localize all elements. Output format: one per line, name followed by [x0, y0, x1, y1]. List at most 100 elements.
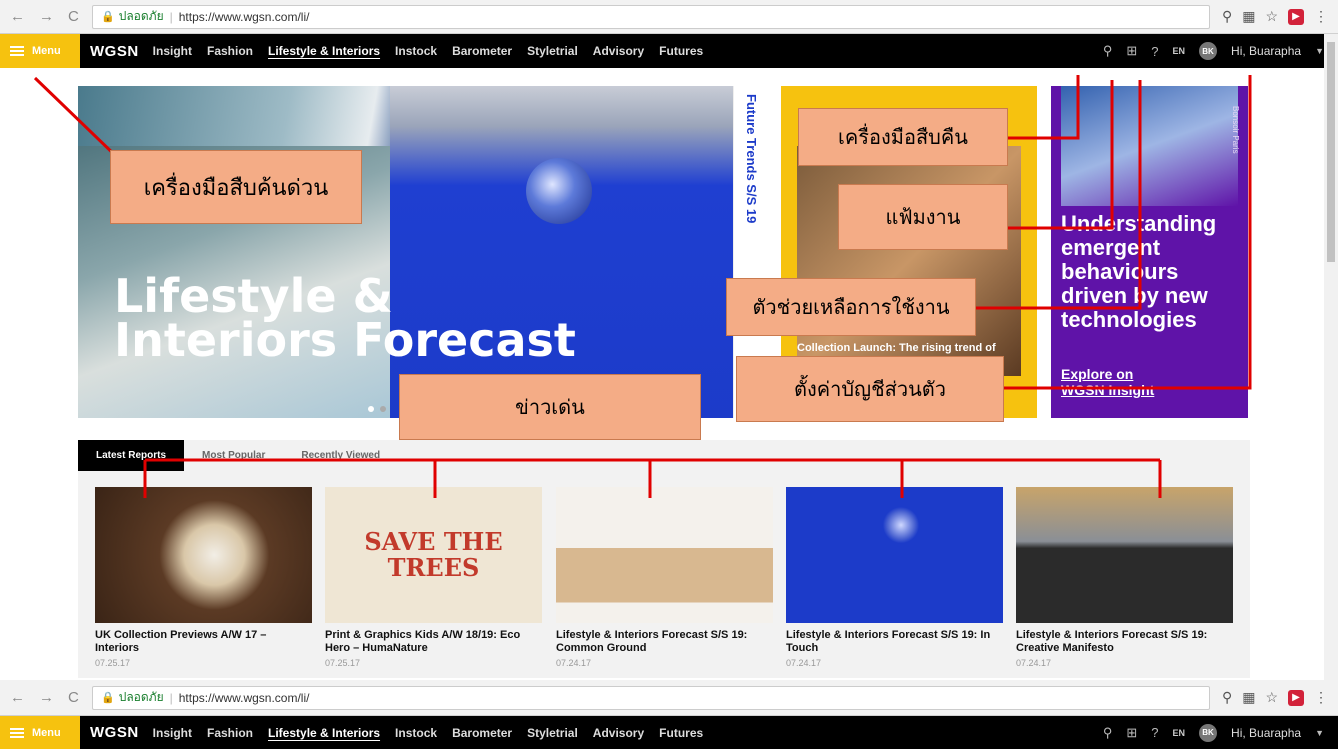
url-text[interactable]: https://www.wgsn.com/li/ — [179, 10, 310, 24]
translate-icon[interactable]: ▦ — [1242, 689, 1255, 706]
avatar[interactable]: BK — [1199, 723, 1218, 742]
scrollbar-thumb[interactable] — [1327, 42, 1335, 262]
nav-link-instock[interactable]: Instock — [395, 44, 437, 58]
account-greeting[interactable]: Hi, Buarapha — [1231, 726, 1301, 740]
report-image: SAVE THE TREES — [325, 487, 542, 623]
nav-link-advisory[interactable]: Advisory — [593, 44, 644, 58]
back-icon[interactable]: ← — [10, 8, 25, 25]
report-card[interactable]: Lifestyle & Interiors Forecast S/S 19: C… — [556, 487, 773, 668]
nav-link-lifestyle-interiors[interactable]: Lifestyle & Interiors — [268, 44, 380, 58]
callout-news: ข่าวเด่น — [399, 374, 701, 440]
search-icon[interactable]: ⚲ — [1103, 43, 1113, 59]
folder-icon[interactable]: ⊞ — [1126, 725, 1137, 741]
wgsn-logo[interactable]: WGSN — [90, 724, 139, 741]
browser-toolbar-secondary: ← → C 🔒 ปลอดภัย | https://www.wgsn.com/l… — [0, 680, 1338, 716]
hamburger-icon — [10, 727, 24, 738]
translate-icon[interactable]: ▦ — [1242, 8, 1255, 25]
report-title[interactable]: Print & Graphics Kids A/W 18/19: Eco Her… — [325, 629, 542, 655]
hero-title-line-1: Lifestyle & — [114, 269, 393, 323]
forward-icon[interactable]: → — [39, 689, 54, 706]
nav-link-styletrial[interactable]: Styletrial — [527, 44, 578, 58]
language-selector[interactable]: EN — [1173, 728, 1186, 738]
tab-recently-viewed[interactable]: Recently Viewed — [283, 440, 398, 471]
nav-link-styletrial[interactable]: Styletrial — [527, 726, 578, 740]
callout-help: ตัวช่วยเหลือการใช้งาน — [726, 278, 976, 336]
callout-search-tool: เครื่องมือสืบคืน — [798, 108, 1008, 166]
report-card[interactable]: UK Collection Previews A/W 17 – Interior… — [95, 487, 312, 668]
hero-title[interactable]: Lifestyle & Interiors Forecast — [114, 269, 576, 367]
carousel-dots — [368, 406, 386, 412]
reload-icon[interactable]: C — [68, 689, 79, 706]
promo-card-purple[interactable]: Bonsoir Paris Understanding emergent beh… — [1051, 86, 1248, 418]
explore-insight-link[interactable]: Explore on WGSN Insight — [1061, 366, 1154, 398]
folder-icon[interactable]: ⊞ — [1126, 43, 1137, 59]
report-date: 07.24.17 — [1016, 658, 1052, 668]
report-title[interactable]: Lifestyle & Interiors Forecast S/S 19: C… — [1016, 629, 1233, 655]
extension-icon[interactable]: ⚲ — [1222, 8, 1232, 25]
nav-link-barometer[interactable]: Barometer — [452, 726, 512, 740]
save-the-trees-art: SAVE THE TREES — [364, 527, 503, 582]
site-navigation: Menu WGSN Insight Fashion Lifestyle & In… — [0, 34, 1338, 68]
report-card[interactable]: SAVE THE TREES Print & Graphics Kids A/W… — [325, 487, 542, 668]
report-title[interactable]: UK Collection Previews A/W 17 – Interior… — [95, 629, 312, 655]
nav-link-futures[interactable]: Futures — [659, 44, 703, 58]
nav-link-advisory[interactable]: Advisory — [593, 726, 644, 740]
chevron-down-icon[interactable]: ▼ — [1315, 728, 1324, 738]
report-image — [786, 487, 1003, 623]
menu-button[interactable]: Menu — [0, 34, 80, 68]
help-icon[interactable]: ? — [1151, 44, 1158, 59]
search-icon[interactable]: ⚲ — [1103, 725, 1113, 741]
extension-red-icon[interactable]: ▶ — [1288, 689, 1304, 706]
help-icon[interactable]: ? — [1151, 725, 1158, 740]
secure-label: ปลอดภัย — [118, 690, 164, 704]
nav-link-fashion[interactable]: Fashion — [207, 726, 253, 740]
tab-most-popular[interactable]: Most Popular — [184, 440, 283, 471]
language-selector[interactable]: EN — [1173, 46, 1186, 56]
scrollbar[interactable] — [1324, 34, 1338, 680]
nav-link-insight[interactable]: Insight — [153, 44, 192, 58]
extension-red-icon[interactable]: ▶ — [1288, 8, 1304, 25]
carousel-dot[interactable] — [380, 406, 386, 412]
report-date: 07.24.17 — [556, 658, 592, 668]
reports-tabs: Latest Reports Most Popular Recently Vie… — [78, 440, 398, 471]
kebab-menu-icon[interactable]: ⋮ — [1314, 689, 1328, 706]
menu-button[interactable]: Menu — [0, 716, 80, 749]
lock-icon: 🔒 — [101, 692, 115, 704]
secure-label: ปลอดภัย — [118, 9, 164, 23]
report-card[interactable]: Lifestyle & Interiors Forecast S/S 19: I… — [786, 487, 1003, 668]
nav-link-fashion[interactable]: Fashion — [207, 44, 253, 58]
nav-link-barometer[interactable]: Barometer — [452, 44, 512, 58]
avatar[interactable]: BK — [1199, 42, 1218, 60]
nav-link-lifestyle-interiors[interactable]: Lifestyle & Interiors — [268, 726, 380, 740]
callout-account: ตั้งค่าบัญชีส่วนตัว — [736, 356, 1004, 422]
nav-link-instock[interactable]: Instock — [395, 726, 437, 740]
kebab-menu-icon[interactable]: ⋮ — [1314, 8, 1328, 25]
url-text[interactable]: https://www.wgsn.com/li/ — [179, 691, 310, 705]
tab-latest-reports[interactable]: Latest Reports — [78, 440, 185, 471]
callout-folder: แฟ้มงาน — [838, 184, 1008, 250]
carousel-dot[interactable] — [368, 406, 374, 412]
report-title[interactable]: Lifestyle & Interiors Forecast S/S 19: I… — [786, 629, 1003, 655]
promo-brand: Bonsoir Paris — [1231, 106, 1240, 154]
address-bar[interactable]: 🔒 ปลอดภัย | https://www.wgsn.com/li/ — [92, 685, 1210, 710]
report-image — [95, 487, 312, 623]
back-icon[interactable]: ← — [10, 689, 25, 706]
account-greeting[interactable]: Hi, Buarapha — [1231, 44, 1301, 58]
promo-photo-hand — [1061, 86, 1238, 206]
report-date: 07.25.17 — [325, 658, 361, 668]
extension-icon[interactable]: ⚲ — [1222, 689, 1232, 706]
report-card[interactable]: Lifestyle & Interiors Forecast S/S 19: C… — [1016, 487, 1233, 668]
address-bar[interactable]: 🔒 ปลอดภัย | https://www.wgsn.com/li/ — [92, 4, 1210, 29]
nav-link-futures[interactable]: Futures — [659, 726, 703, 740]
reload-icon[interactable]: C — [68, 8, 79, 25]
wgsn-logo[interactable]: WGSN — [90, 43, 139, 60]
nav-link-insight[interactable]: Insight — [153, 726, 192, 740]
report-title[interactable]: Lifestyle & Interiors Forecast S/S 19: C… — [556, 629, 773, 655]
hero-carousel[interactable]: Lifestyle & Interiors Forecast — [78, 86, 733, 418]
hero-title-line-2: Interiors Forecast — [114, 313, 576, 367]
star-icon[interactable]: ☆ — [1265, 689, 1278, 706]
chevron-down-icon[interactable]: ▼ — [1315, 46, 1324, 56]
star-icon[interactable]: ☆ — [1265, 8, 1278, 25]
forward-icon[interactable]: → — [39, 8, 54, 25]
report-image — [556, 487, 773, 623]
